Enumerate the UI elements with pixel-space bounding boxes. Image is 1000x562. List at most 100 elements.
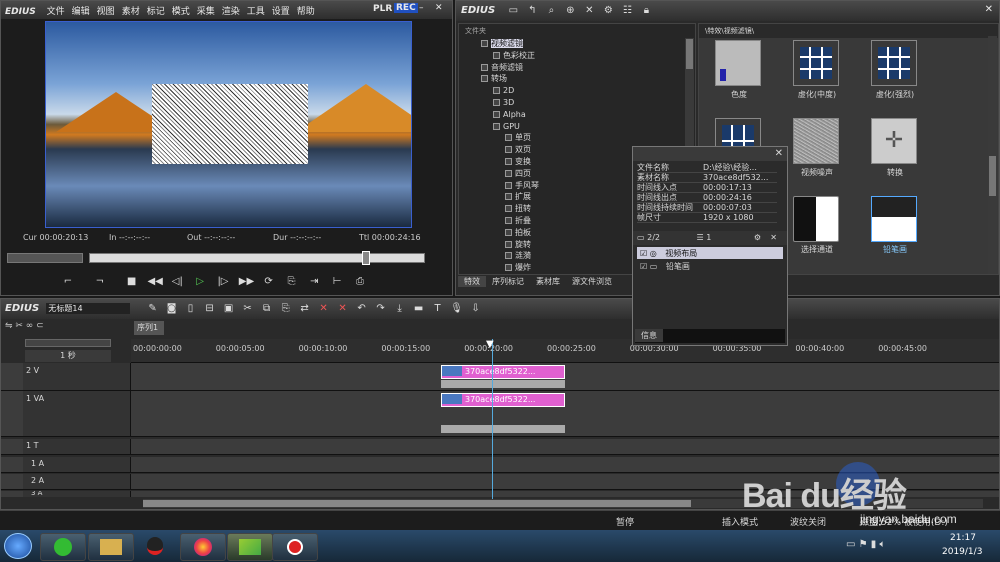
menu-mode[interactable]: 模式 [172, 7, 190, 17]
clip-2v[interactable]: 370ace8df5322... [441, 365, 565, 379]
folder-node-icon[interactable] [505, 134, 512, 142]
plr-label[interactable]: PLR [373, 4, 392, 14]
track-header-1t[interactable]: 1 T [23, 439, 131, 454]
menu-view[interactable]: 视图 [97, 7, 115, 17]
clock-time[interactable]: 21:17 [950, 533, 976, 543]
tree-item[interactable]: 3D [481, 97, 695, 109]
delete-icon[interactable]: ✕ [582, 5, 596, 17]
folder-node-icon[interactable] [481, 40, 488, 47]
menu-edit[interactable]: 编辑 [72, 7, 90, 17]
folder-node-icon[interactable] [505, 169, 512, 177]
menu-tools[interactable]: 工具 [247, 7, 265, 17]
track-header-1a[interactable]: 1 A [23, 457, 131, 472]
info-close-icon[interactable]: ✕ [775, 148, 783, 159]
menu-clip[interactable]: 素材 [122, 7, 140, 17]
tree-item[interactable]: GPU [481, 121, 695, 133]
add-cut-icon[interactable]: ⤓ [393, 303, 407, 315]
position-slider[interactable] [89, 251, 425, 265]
zoom-slider[interactable] [25, 339, 111, 347]
start-button-icon[interactable] [4, 533, 32, 559]
folder-node-icon[interactable] [505, 216, 512, 224]
rewind-icon[interactable]: ◀◀ [147, 276, 162, 288]
filter-item-pencil[interactable]: ☑ ▭ 铅笔画 [637, 260, 783, 272]
tree-item[interactable]: 音频滤镜 [481, 62, 695, 74]
step-back-icon[interactable]: ◁| [170, 276, 184, 288]
save-icon[interactable]: ▣ [222, 303, 236, 315]
cut-icon[interactable]: ✂ [241, 303, 255, 315]
render-icon[interactable]: ⇩ [469, 303, 483, 315]
track-header-2v[interactable]: 2 V [23, 363, 131, 390]
properties-icon[interactable]: ⚙ [601, 5, 615, 17]
tree-item[interactable]: 视频滤镜 [481, 38, 695, 50]
effect-thumb-pencil[interactable] [871, 196, 917, 242]
marker-icon[interactable]: ▬ [412, 303, 426, 315]
filter-item-layout[interactable]: ☑ ◎ 视频布局 [637, 247, 783, 259]
lock-icon[interactable]: 🔒︎ [639, 5, 653, 17]
folder-node-icon[interactable] [493, 87, 500, 95]
track-header-1va[interactable]: 1 VA [23, 391, 131, 436]
playhead-marker[interactable] [362, 251, 370, 265]
filter-delete-icon[interactable]: ✕ [770, 233, 777, 242]
task-explorer-icon[interactable] [88, 533, 134, 561]
folder-node-icon[interactable] [505, 157, 512, 165]
filter-settings-icon[interactable]: ⚙ [754, 233, 761, 242]
menu-marker[interactable]: 标记 [147, 7, 165, 17]
folder-node-icon[interactable] [505, 146, 512, 154]
add-clip-icon[interactable]: ⊕ [563, 5, 577, 17]
effect-thumb-select-channel[interactable] [793, 196, 839, 242]
tray-icons[interactable]: ▭ ⚑ ▮ 🔈︎ [846, 539, 885, 550]
tree-item[interactable]: 色彩校正 [481, 50, 695, 62]
menu-render[interactable]: 渲染 [222, 7, 240, 17]
tree-item[interactable]: 2D [481, 85, 695, 97]
task-360-browser-icon[interactable] [40, 533, 86, 561]
tree-item[interactable]: Alpha [481, 109, 695, 121]
up-folder-icon[interactable]: ↰ [525, 5, 539, 17]
trim-icon[interactable]: ⊢ [330, 276, 344, 288]
tab-effects[interactable]: 特效 [458, 276, 486, 287]
effect-thumb-blur-medium[interactable] [793, 40, 839, 86]
menu-file[interactable]: 文件 [47, 7, 65, 17]
folder-node-icon[interactable] [505, 252, 512, 260]
new-sequence-icon[interactable]: ✎ [146, 303, 160, 315]
delete-clip-icon[interactable]: ✕ [317, 303, 331, 315]
clock-date[interactable]: 2019/1/3 [942, 547, 982, 557]
clip-1va[interactable]: 370ace8df5322... [441, 393, 565, 407]
tab-bin[interactable]: 素材库 [530, 276, 566, 287]
rec-label[interactable]: REC [394, 3, 418, 13]
ripple-delete-icon[interactable]: ✕ [336, 303, 350, 315]
folder-node-icon[interactable] [505, 205, 512, 213]
task-recorder-icon[interactable] [272, 533, 318, 561]
folder-node-icon[interactable] [505, 264, 512, 272]
folder-node-icon[interactable] [481, 63, 488, 71]
effect-thumb-video-noise[interactable] [793, 118, 839, 164]
export-icon[interactable]: ⎙ [353, 276, 367, 288]
set-in-icon[interactable]: ⌐ [61, 276, 75, 288]
open-project-icon[interactable]: ⊟ [203, 303, 217, 315]
minimize-icon[interactable]: – [419, 3, 424, 13]
copy-icon[interactable]: ⧉ [260, 303, 274, 315]
paste-icon[interactable]: ⎘ [279, 303, 293, 315]
effect-thumb-transform[interactable]: ✛ [871, 118, 917, 164]
timeline-playhead[interactable] [492, 339, 493, 499]
shuttle-slider[interactable] [7, 253, 83, 263]
folder-node-icon[interactable] [505, 240, 512, 248]
folder-node-icon[interactable] [493, 110, 500, 118]
mic-icon[interactable]: 🎙︎ [450, 303, 464, 315]
tree-item[interactable]: 单页 [481, 132, 695, 144]
zoom-level[interactable]: 1 秒 [25, 350, 111, 362]
fast-forward-icon[interactable]: ▶▶ [239, 276, 254, 288]
library-close-icon[interactable]: ✕ [985, 4, 993, 15]
insert-to-timeline-icon[interactable]: ⎘ [284, 276, 298, 288]
overwrite-icon[interactable]: ⇥ [307, 276, 321, 288]
folder-node-icon[interactable] [493, 122, 500, 130]
step-forward-icon[interactable]: |▷ [216, 276, 230, 288]
folder-node-icon[interactable] [493, 51, 500, 59]
menu-capture[interactable]: 采集 [197, 7, 215, 17]
new-project-icon[interactable]: ▯ [184, 303, 198, 315]
title-icon[interactable]: T [431, 303, 445, 315]
search-icon[interactable]: ⌕ [544, 5, 558, 17]
track-header-2a[interactable]: 2 A [23, 474, 131, 489]
folder-icon[interactable]: ▭ [506, 5, 520, 17]
task-edius-icon[interactable] [227, 533, 273, 561]
sequence-tab[interactable]: 序列1 [134, 321, 164, 335]
